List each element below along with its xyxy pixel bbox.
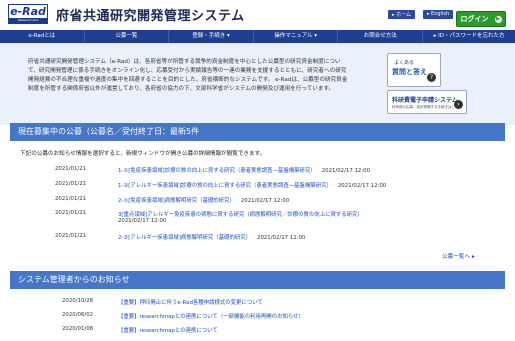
faq-card[interactable]: よくある 質問と答え ? <box>387 53 441 87</box>
call-deadline: 2021/02/17 12:00 <box>240 198 290 204</box>
news-date: 2020/06/02 <box>62 312 94 318</box>
news-date: 2020/10/28 <box>62 298 94 304</box>
site-title: 府省共通研究開発管理システム <box>56 9 245 24</box>
nav-item-forgot-password[interactable]: ▸ ID・パスワードを忘れた方 <box>423 30 515 43</box>
question-icon: ? <box>427 73 436 82</box>
call-date: 2021/01/21 <box>55 181 87 187</box>
call-date: 2021/01/21 <box>55 196 87 202</box>
faq-title-line2: 質問と答え <box>392 68 427 76</box>
english-link[interactable]: ▸ English <box>422 10 454 19</box>
call-link[interactable]: 2-①[免疫疾患領域]病態解明研究（基礎的研究） 2021/02/17 12:00 <box>118 196 289 204</box>
list-item: 2021/01/21 2-①[免疫疾患領域]病態解明研究（基礎的研究） 2021/… <box>0 196 515 206</box>
home-link[interactable]: ▸ ホーム <box>388 10 415 19</box>
top-links: ▸ ホーム ▸ English <box>388 10 454 19</box>
call-deadline: 2021/02/17 12:00 <box>257 235 306 241</box>
list-item: 2021/01/21 1-①[免疫疾患領域]診療の質の向上に資する研究（患者実態… <box>0 166 515 176</box>
call-date: 2021/01/21 <box>55 210 87 216</box>
chevron-right-icon: ▶ <box>494 15 502 23</box>
logo-text: e-Rad <box>10 5 46 18</box>
call-title[interactable]: 2-①[免疫疾患領域]病態解明研究（基礎的研究） <box>118 198 235 204</box>
nav-item-public-list[interactable]: 公募一覧 <box>85 30 170 43</box>
call-list-link[interactable]: 公募一覧へ ▸ <box>440 252 475 260</box>
call-link[interactable]: 1-①[免疫疾患領域]診療の質の向上に資する研究（患者実態調査—基盤構築研究） 2… <box>118 166 370 174</box>
chevron-right-icon: › <box>454 100 463 109</box>
current-calls-header: 現在募集中の公募（公募名／受付終了日：最新5件 <box>10 123 505 141</box>
nav-item-about[interactable]: e-Radとは <box>0 30 85 43</box>
kakenhi-subtitle: 科研費の応募、採択等関する手続きはこちら <box>392 105 462 109</box>
call-title[interactable]: 2-②[アレルギー疾患領域]病態解明研究（基礎的研究） <box>118 235 251 241</box>
e-rad-logo[interactable]: e-Rad Research and Development <box>8 4 48 27</box>
login-button[interactable]: ログイン ▶ <box>456 11 506 27</box>
news-link[interactable]: 【重要】researchmapとの連携について <box>118 326 218 334</box>
intro-text: 府省共通研究開発管理システム（e-Rad）は、各府省等が所管する競争的資金制度を… <box>28 59 348 92</box>
admin-news-header: システム管理者からのお知らせ <box>10 271 505 289</box>
call-link[interactable]: 1-②[アレルギー疾患領域]診療の質の向上に資する研究（患者実態調査—基盤構築研… <box>118 181 386 189</box>
logo-subtext: Research and Development <box>9 18 47 27</box>
current-calls-notice: 下記の公募のお知らせ情報を選択すると、新規ウィンドウが開き公募の詳細情報が閲覧で… <box>20 151 266 157</box>
nav-item-manual[interactable]: 操作マニュアル ▾ <box>254 30 339 43</box>
news-date: 2020/01/08 <box>62 326 94 332</box>
kakenhi-card[interactable]: 科研費電子申請システム 科研費の応募、採択等関する手続きはこちら › <box>387 90 467 114</box>
main-nav: e-Radとは 公募一覧 登録・手続き ▾ 操作マニュアル ▾ お問合せ方法 ▸… <box>0 30 515 43</box>
chevron-right-icon: ▸ <box>471 254 475 260</box>
list-item: 2021/01/21 3[重点領域]アレルギー免疫疾患の病態に資する研究（病態解… <box>0 210 515 228</box>
kakenhi-title: 科研費電子申請システム <box>392 97 458 104</box>
nav-item-registration[interactable]: 登録・手続き ▾ <box>169 30 254 43</box>
login-label: ログイン <box>460 15 489 23</box>
nav-item-contact[interactable]: お問合せ方法 <box>338 30 424 43</box>
call-title[interactable]: 1-②[アレルギー疾患領域]診療の質の向上に資する研究（患者実態調査—基盤構築研… <box>118 183 332 189</box>
list-item: 2021/01/21 1-②[アレルギー疾患領域]診療の質の向上に資する研究（患… <box>0 181 515 191</box>
list-item: 2021/01/21 2-②[アレルギー疾患領域]病態解明研究（基礎的研究） 20… <box>0 233 515 243</box>
news-link[interactable]: 【重要】researchmapとの連携について（一部機能の利用再開のお知らせ） <box>118 312 304 320</box>
faq-title-line1: よくある <box>394 60 415 66</box>
call-date: 2021/01/21 <box>55 233 87 239</box>
call-title[interactable]: 1-①[免疫疾患領域]診療の質の向上に資する研究（患者実態調査—基盤構築研究） <box>118 168 316 174</box>
news-link[interactable]: 【重要】押印廃止に伴うe-Rad各種申請様式の変更について <box>118 298 263 306</box>
call-title[interactable]: 3[重点領域]アレルギー免疫疾患の病態に資する研究（病態解明研究／診療の質の向上… <box>118 210 363 218</box>
list-item: 2020/01/08 【重要】researchmapとの連携について <box>0 326 515 336</box>
list-item: 2020/06/02 【重要】researchmapとの連携について（一部機能の… <box>0 312 515 322</box>
call-list-label: 公募一覧へ <box>442 254 470 260</box>
list-item: 2020/10/28 【重要】押印廃止に伴うe-Rad各種申請様式の変更について <box>0 298 515 308</box>
call-link[interactable]: 2-②[アレルギー疾患領域]病態解明研究（基礎的研究） 2021/02/17 12… <box>118 233 305 241</box>
call-deadline: 2021/02/17 12:00 <box>118 218 167 224</box>
call-deadline: 2021/02/17 12:00 <box>337 183 387 189</box>
top-header: e-Rad Research and Development 府省共通研究開発管… <box>0 0 515 30</box>
call-deadline: 2021/02/17 12:00 <box>321 168 371 174</box>
call-date: 2021/01/21 <box>55 166 87 172</box>
